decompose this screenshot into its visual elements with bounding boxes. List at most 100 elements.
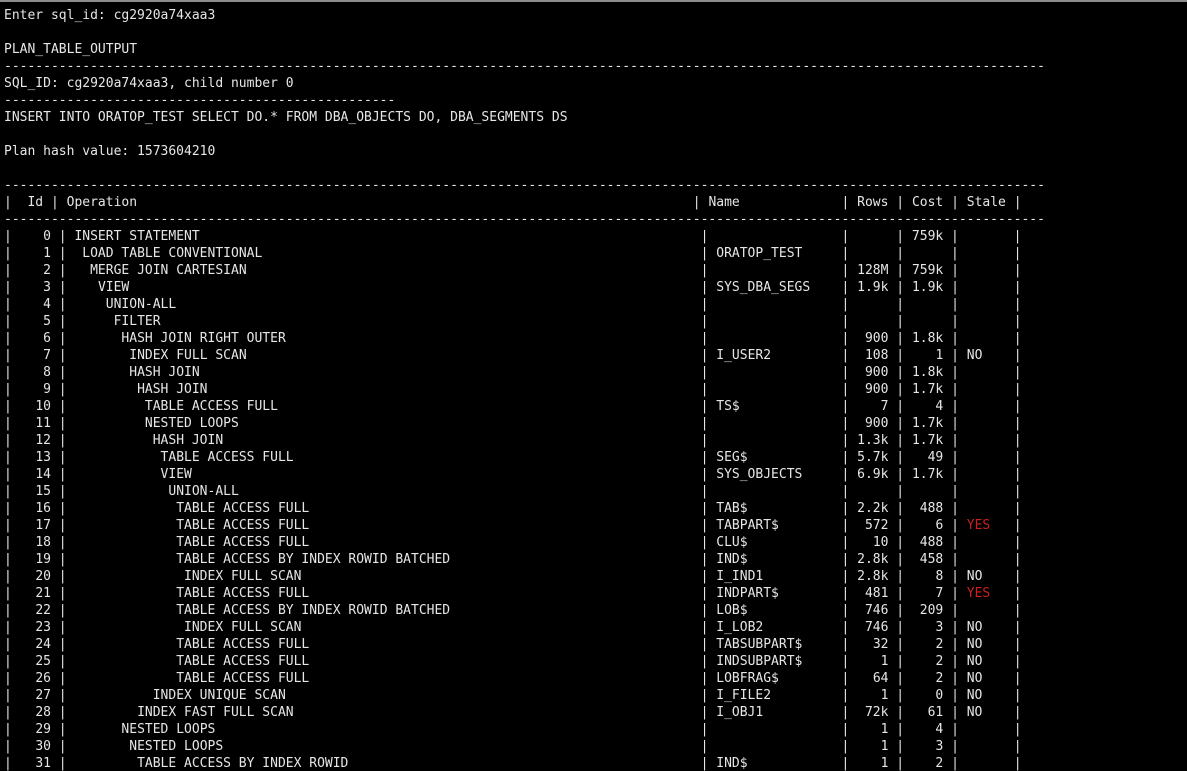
plan-row: | 15 | UNION-ALL | | | | |: [4, 484, 1022, 499]
row-operation: TABLE ACCESS FULL: [176, 518, 310, 533]
row-cost: 1.9k: [911, 280, 944, 295]
row-rows: 6.9k: [857, 467, 889, 482]
row-cost: 759k: [911, 229, 944, 244]
row-operation: VIEW: [97, 280, 130, 295]
plan-row: | 11 | NESTED LOOPS | | 900 | 1.7k | |: [4, 416, 1022, 431]
row-rows: 900: [864, 365, 889, 380]
row-operation: HASH JOIN: [152, 433, 224, 448]
row-id: 14: [35, 467, 51, 482]
row-cost: 1.7k: [911, 433, 944, 448]
row-operation: LOAD TABLE CONVENTIONAL: [82, 246, 263, 261]
row-name: TABPART$: [716, 518, 779, 533]
terminal-output: Enter sql_id: cg2920a74xaa3 PLAN_TABLE_O…: [4, 7, 1045, 771]
sql-id-info: SQL_ID: cg2920a74xaa3, child number 0: [4, 76, 294, 91]
row-id: 3: [43, 280, 51, 295]
plan-row: | 6 | HASH JOIN RIGHT OUTER | | 900 | 1.…: [4, 331, 1022, 346]
row-stale: NO: [966, 705, 983, 720]
row-cost: 209: [919, 603, 944, 618]
row-id: 18: [35, 535, 51, 550]
row-id: 28: [35, 705, 51, 720]
row-id: 25: [35, 654, 51, 669]
plan-row: | 28 | INDEX FAST FULL SCAN | I_OBJ1 | 7…: [4, 705, 1022, 720]
row-id: 7: [43, 348, 51, 363]
plan-output-title: PLAN_TABLE_OUTPUT: [4, 42, 138, 57]
row-cost: 49: [927, 450, 944, 465]
plan-row: | 17 | TABLE ACCESS FULL | TABPART$ | 57…: [4, 518, 1022, 533]
row-rows: 64: [872, 671, 889, 686]
row-rows: 1.9k: [857, 280, 889, 295]
row-id: 30: [35, 739, 51, 754]
row-operation: NESTED LOOPS: [144, 416, 239, 431]
row-operation: MERGE JOIN CARTESIAN: [90, 263, 247, 278]
plan-row: | 26 | TABLE ACCESS FULL | LOBFRAG$ | 64…: [4, 671, 1022, 686]
row-id: 10: [35, 399, 51, 414]
plan-row: | 13 | TABLE ACCESS FULL | SEG$ | 5.7k |…: [4, 450, 1022, 465]
row-rows: 2.8k: [857, 569, 889, 584]
row-name: INDPART$: [716, 586, 779, 601]
row-rows: 2.2k: [857, 501, 889, 516]
row-operation: TABLE ACCESS FULL: [176, 586, 310, 601]
row-operation: VIEW: [160, 467, 192, 482]
row-operation: INDEX FAST FULL SCAN: [137, 705, 294, 720]
plan-rows: | 0 | INSERT STATEMENT | | | 759k | | | 1…: [4, 228, 1045, 771]
plan-row: | 30 | NESTED LOOPS | | 1 | 3 | |: [4, 739, 1022, 754]
plan-row: | 8 | HASH JOIN | | 900 | 1.8k | |: [4, 365, 1022, 380]
row-rows: 572: [864, 518, 889, 533]
separator-line: ----------------------------------------…: [4, 212, 1045, 227]
row-rows: 746: [864, 620, 889, 635]
row-cost: 458: [919, 552, 944, 567]
row-stale: NO: [966, 569, 983, 584]
row-stale: NO: [966, 637, 983, 652]
plan-row: | 1 | LOAD TABLE CONVENTIONAL | ORATOP_T…: [4, 246, 1022, 261]
row-id: 13: [35, 450, 51, 465]
plan-row: | 3 | VIEW | SYS_DBA_SEGS | 1.9k | 1.9k …: [4, 280, 1022, 295]
row-operation: TABLE ACCESS FULL: [176, 671, 310, 686]
row-id: 29: [35, 722, 51, 737]
row-operation: HASH JOIN: [137, 382, 208, 397]
separator-line: ----------------------------------------…: [4, 93, 396, 108]
row-rows: 900: [864, 382, 889, 397]
plan-row: | 31 | TABLE ACCESS BY INDEX ROWID | IND…: [4, 756, 1022, 771]
row-name: SEG$: [716, 450, 748, 465]
row-id: 2: [43, 263, 51, 278]
row-operation: UNION-ALL: [105, 297, 177, 312]
row-stale: YES: [966, 518, 991, 533]
row-id: 26: [35, 671, 51, 686]
row-operation: FILTER: [113, 314, 161, 329]
row-name: I_OBJ1: [716, 705, 764, 720]
row-name: SYS_DBA_SEGS: [716, 280, 811, 295]
row-operation: TABLE ACCESS FULL: [176, 637, 310, 652]
terminal-window[interactable]: Enter sql_id: cg2920a74xaa3 PLAN_TABLE_O…: [0, 0, 1187, 771]
row-cost: 61: [927, 705, 944, 720]
plan-hash-value: Plan hash value: 1573604210: [4, 144, 216, 159]
separator-line: ----------------------------------------…: [4, 59, 1045, 74]
plan-row: | 18 | TABLE ACCESS FULL | CLU$ | 10 | 4…: [4, 535, 1022, 550]
plan-row: | 5 | FILTER | | | | |: [4, 314, 1022, 329]
row-name: SYS_OBJECTS: [716, 467, 803, 482]
plan-row: | 12 | HASH JOIN | | 1.3k | 1.7k | |: [4, 433, 1022, 448]
row-operation: INDEX FULL SCAN: [184, 569, 302, 584]
plan-row: | 4 | UNION-ALL | | | | |: [4, 297, 1022, 312]
row-operation: TABLE ACCESS FULL: [176, 535, 310, 550]
plan-row: | 20 | INDEX FULL SCAN | I_IND1 | 2.8k |…: [4, 569, 1022, 584]
plan-table-header: | Id | Operation | Name | Rows | Cost | …: [4, 195, 1022, 210]
row-name: I_USER2: [716, 348, 772, 363]
plan-row: | 14 | VIEW | SYS_OBJECTS | 6.9k | 1.7k …: [4, 467, 1022, 482]
row-cost: 1.7k: [911, 467, 944, 482]
plan-row: | 25 | TABLE ACCESS FULL | INDSUBPART$ |…: [4, 654, 1022, 669]
row-name: TS$: [716, 399, 740, 414]
row-cost: 488: [919, 535, 944, 550]
row-cost: 1.8k: [911, 331, 944, 346]
column-header-stale: Stale: [966, 195, 1006, 210]
row-name: IND$: [716, 756, 748, 771]
plan-row: | 29 | NESTED LOOPS | | 1 | 4 | |: [4, 722, 1022, 737]
plan-row: | 9 | HASH JOIN | | 900 | 1.7k | |: [4, 382, 1022, 397]
row-operation: UNION-ALL: [168, 484, 239, 499]
row-operation: TABLE ACCESS FULL: [144, 399, 278, 414]
row-operation: TABLE ACCESS BY INDEX ROWID BATCHED: [176, 603, 451, 618]
plan-row: | 10 | TABLE ACCESS FULL | TS$ | 7 | 4 |…: [4, 399, 1022, 414]
column-header-cost: Cost: [911, 195, 944, 210]
plan-row: | 16 | TABLE ACCESS FULL | TAB$ | 2.2k |…: [4, 501, 1022, 516]
row-id: 11: [35, 416, 51, 431]
